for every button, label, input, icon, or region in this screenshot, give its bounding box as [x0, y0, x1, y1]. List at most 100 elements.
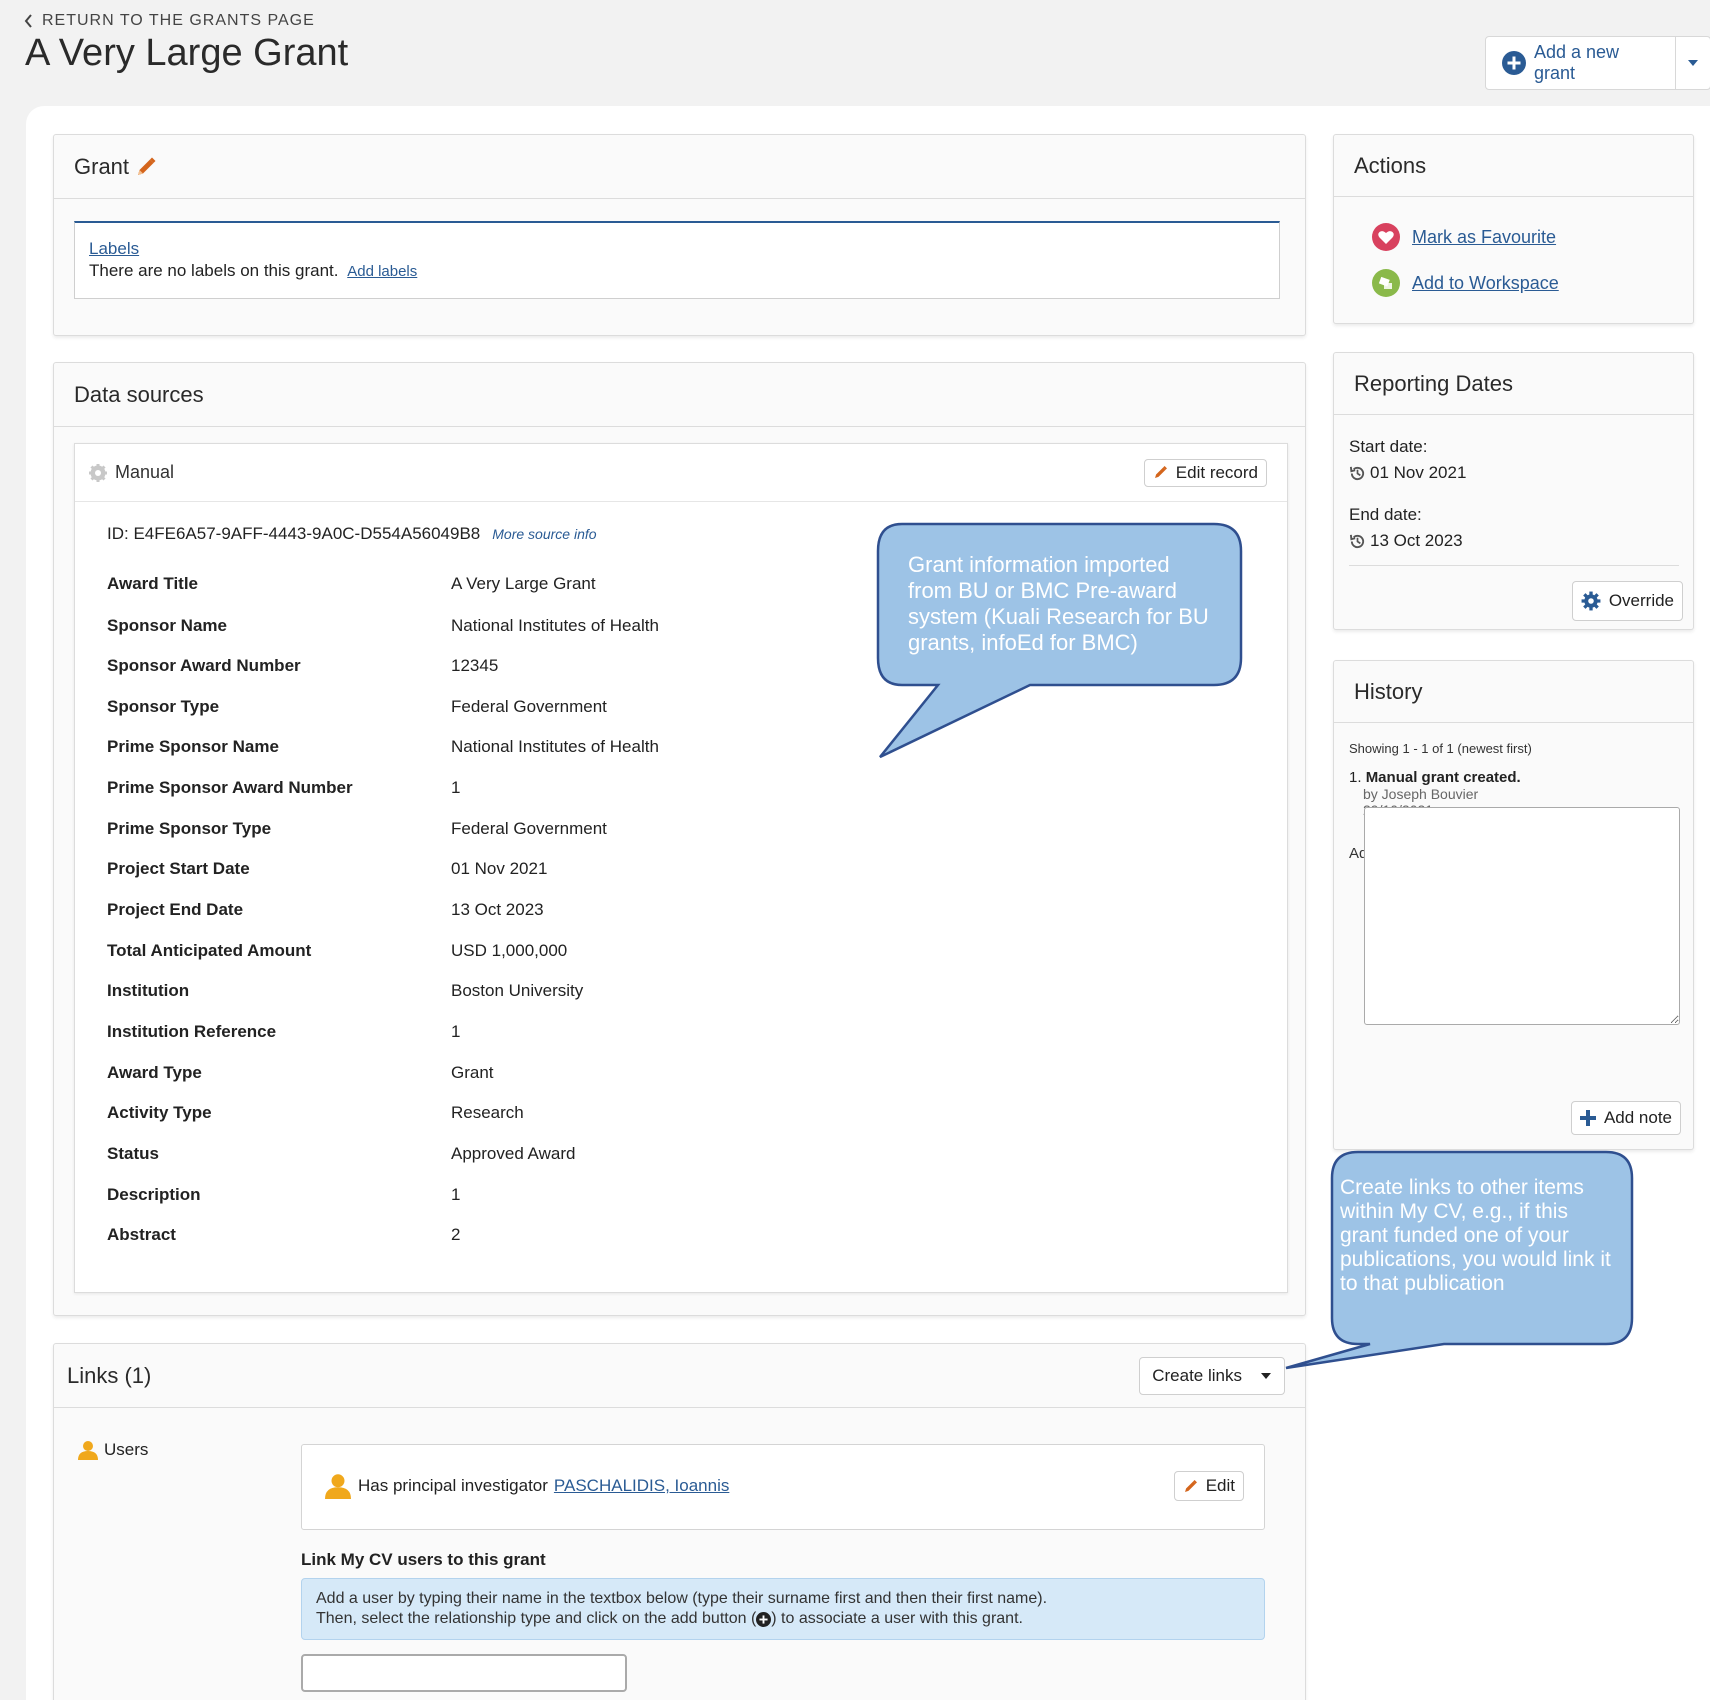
reporting-dates-title: Reporting Dates: [1354, 370, 1513, 396]
field-value: Boston University: [451, 981, 584, 1000]
data-sources-title: Data sources: [74, 381, 204, 407]
return-to-grants-link[interactable]: RETURN TO THE GRANTS PAGE: [24, 12, 315, 30]
note-textarea[interactable]: [1364, 807, 1680, 1025]
gear-icon: [89, 463, 107, 482]
field-label: Project Start Date: [107, 859, 250, 878]
workspace-icon: [1372, 269, 1400, 297]
field-label: Prime Sponsor Type: [107, 819, 272, 838]
pencil-icon[interactable]: [135, 156, 157, 178]
field-value: Grant: [451, 1063, 494, 1082]
users-label: Users: [104, 1440, 149, 1459]
labels-link[interactable]: Labels: [89, 239, 139, 258]
history-item-title: Manual grant created.: [1365, 769, 1521, 786]
reporting-dates-panel: Reporting Dates Start date: 01 Nov 2021 …: [1333, 352, 1694, 630]
field-label: Activity Type: [107, 1103, 212, 1122]
field-label: Abstract: [107, 1225, 176, 1244]
mark-favourite-link[interactable]: Mark as Favourite: [1412, 227, 1556, 248]
reporting-dates-header: Reporting Dates: [1334, 353, 1693, 415]
source-header: Manual Edit record: [75, 444, 1287, 502]
actions-title: Actions: [1354, 152, 1427, 178]
field-value: Federal Government: [451, 697, 607, 716]
edit-link-button[interactable]: Edit: [1173, 1471, 1244, 1501]
field-value: Approved Award: [451, 1144, 576, 1163]
info-line-2b: ) to associate a user with this grant.: [771, 1610, 1023, 1627]
add-grant-label: Add a new grant: [1533, 42, 1620, 83]
history-count: Showing 1 - 1 of 1 (newest first): [1349, 741, 1532, 756]
link-users-info: Add a user by typing their name in the t…: [301, 1578, 1265, 1640]
field-value: USD 1,000,000: [451, 941, 568, 960]
person-link[interactable]: PASCHALIDIS, Ioannis: [554, 1476, 729, 1496]
labels-box: Labels There are no labels on this grant…: [74, 221, 1280, 299]
history-icon: [1349, 534, 1365, 548]
field-value: 1: [451, 778, 461, 797]
edit-record-button[interactable]: Edit record: [1143, 458, 1267, 487]
grant-panel-header: Grant: [54, 135, 1305, 199]
link-users-heading: Link My CV users to this grant: [301, 1550, 546, 1569]
relationship-text: Has principal investigator: [358, 1476, 548, 1495]
history-item-number: 1.: [1349, 769, 1362, 786]
field-label: Project End Date: [107, 900, 244, 919]
caret-down-icon: [1688, 60, 1698, 66]
field-label: Total Anticipated Amount: [107, 941, 312, 960]
end-date-label: End date:: [1349, 505, 1422, 524]
end-date-value: 13 Oct 2023: [1370, 531, 1463, 550]
grant-panel: Grant Labels There are no labels on this…: [53, 134, 1306, 336]
field-label: Prime Sponsor Name: [107, 737, 279, 756]
override-button[interactable]: Override: [1571, 581, 1683, 621]
linked-user-card: Has principal investigator PASCHALIDIS, …: [301, 1444, 1265, 1530]
no-labels-text: There are no labels on this grant.: [89, 261, 339, 280]
field-label: Award Title: [107, 574, 199, 593]
edit-label: Edit: [1205, 1476, 1235, 1495]
user-icon: [78, 1441, 98, 1460]
add-grant-button-group: Add a new grant: [1485, 36, 1710, 90]
add-workspace-action[interactable]: Add to Workspace: [1372, 269, 1559, 297]
links-panel: Links (1) Create links Users Has princip…: [53, 1343, 1306, 1700]
field-value: 13 Oct 2023: [451, 900, 544, 919]
field-value: National Institutes of Health: [451, 737, 659, 756]
add-note-label-btn: Add note: [1603, 1108, 1672, 1127]
field-label: Institution Reference: [107, 1022, 277, 1041]
add-grant-button[interactable]: Add a new grant: [1486, 37, 1677, 89]
field-value: 1: [451, 1022, 461, 1041]
pencil-icon: [1154, 466, 1167, 478]
actions-header: Actions: [1334, 135, 1693, 197]
source-id: ID: E4FE6A57-9AFF-4443-9A0C-D554A56049B8: [107, 524, 481, 543]
history-item-by: by Joseph Bouvier: [1363, 786, 1479, 802]
field-value: 1: [451, 1185, 461, 1204]
links-header: Links (1) Create links: [54, 1344, 1305, 1408]
field-value: National Institutes of Health: [451, 616, 659, 635]
field-label: Sponsor Type: [107, 697, 220, 716]
create-links-label: Create links: [1152, 1365, 1242, 1385]
add-workspace-link[interactable]: Add to Workspace: [1412, 273, 1559, 294]
pencil-icon: [1184, 1479, 1197, 1492]
history-title: History: [1354, 678, 1423, 704]
mark-favourite-action[interactable]: Mark as Favourite: [1372, 223, 1556, 251]
field-value: Research: [451, 1103, 524, 1122]
more-source-info-link[interactable]: More source info: [492, 526, 596, 542]
import-callout: Grant information imported from BU or BM…: [876, 522, 1243, 760]
field-value: 2: [451, 1225, 461, 1244]
field-value: Federal Government: [451, 819, 607, 838]
add-note-button[interactable]: Add note: [1570, 1101, 1681, 1135]
user-icon: [325, 1474, 351, 1499]
field-label: Description: [107, 1185, 201, 1204]
field-value: 01 Nov 2021: [451, 859, 548, 878]
field-value: A Very Large Grant: [451, 574, 596, 593]
user-search-input[interactable]: [301, 1654, 627, 1692]
users-section-label: Users: [78, 1440, 148, 1460]
plus-circle-icon: [756, 1611, 772, 1627]
import-callout-text: Grant information imported from BU or BM…: [908, 552, 1209, 655]
add-labels-link[interactable]: Add labels: [347, 263, 417, 280]
history-icon: [1349, 466, 1365, 480]
field-label: Sponsor Award Number: [107, 656, 301, 675]
return-label[interactable]: RETURN TO THE GRANTS PAGE: [42, 12, 315, 30]
history-panel: History Showing 1 - 1 of 1 (newest first…: [1333, 660, 1694, 1150]
add-grant-dropdown-toggle[interactable]: [1676, 37, 1710, 89]
override-label: Override: [1608, 591, 1674, 610]
field-label: Institution: [107, 981, 190, 1000]
field-label: Prime Sponsor Award Number: [107, 778, 353, 797]
chevron-left-icon: [24, 14, 32, 28]
start-date-value: 01 Nov 2021: [1370, 463, 1467, 482]
actions-panel: Actions Mark as Favourite Add to Workspa…: [1333, 134, 1694, 324]
gear-icon: [1581, 591, 1601, 611]
